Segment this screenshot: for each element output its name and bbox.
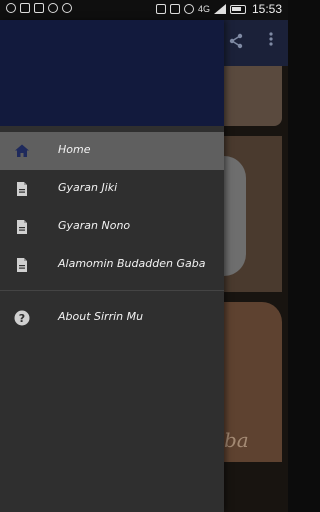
help-icon: ? [14,310,30,326]
nav-item-gyaran-nono[interactable]: Gyaran Nono [0,208,224,246]
network-type: 4G [197,4,210,14]
content-card[interactable] [224,136,282,292]
nav-item-label: Alamomin Budadden Gaba [58,257,206,270]
nav-item-gyaran-jiki[interactable]: Gyaran Jiki [0,170,224,208]
nav-item-alamomin-budadden-gaba[interactable]: Alamomin Budadden Gaba [0,246,224,284]
alarm-icon [183,4,194,14]
record-icon [48,3,58,13]
nav-item-label: About Sirrin Mu [58,310,144,323]
drawer-divider [0,290,224,291]
circle-icon [62,3,72,13]
image-icon [20,3,30,13]
whatsapp-icon [6,3,16,13]
document-icon [17,258,27,272]
status-bar: 4G 15:53 [0,0,288,20]
nav-item-home[interactable]: Home [0,132,224,170]
svg-text:?: ? [19,312,25,325]
sim-icon [155,4,166,14]
document-icon [17,182,27,196]
more-vert-icon[interactable] [268,31,274,47]
nav-item-about[interactable]: ? About Sirrin Mu [0,299,224,337]
qr-icon [34,3,44,13]
nav-item-label: Gyaran Nono [58,219,131,232]
card-caption: ba [224,428,249,452]
status-left-icons [6,3,72,13]
drawer-nav-list: Home Gyaran Jiki Gyaran Nono Alamomin Bu… [0,126,224,337]
signal-icon [213,4,226,14]
home-icon [15,144,29,157]
no-sim-icon [169,4,180,14]
status-right-icons: 4G 15:53 [155,2,282,16]
document-icon [17,220,27,234]
navigation-drawer: Home Gyaran Jiki Gyaran Nono Alamomin Bu… [0,20,224,512]
drawer-header [0,20,224,126]
nav-item-label: Home [58,143,91,156]
content-card[interactable] [224,66,282,126]
nav-item-label: Gyaran Jiki [58,181,118,194]
battery-icon [229,4,246,14]
status-time: 15:53 [251,2,282,16]
share-icon[interactable] [228,33,244,49]
